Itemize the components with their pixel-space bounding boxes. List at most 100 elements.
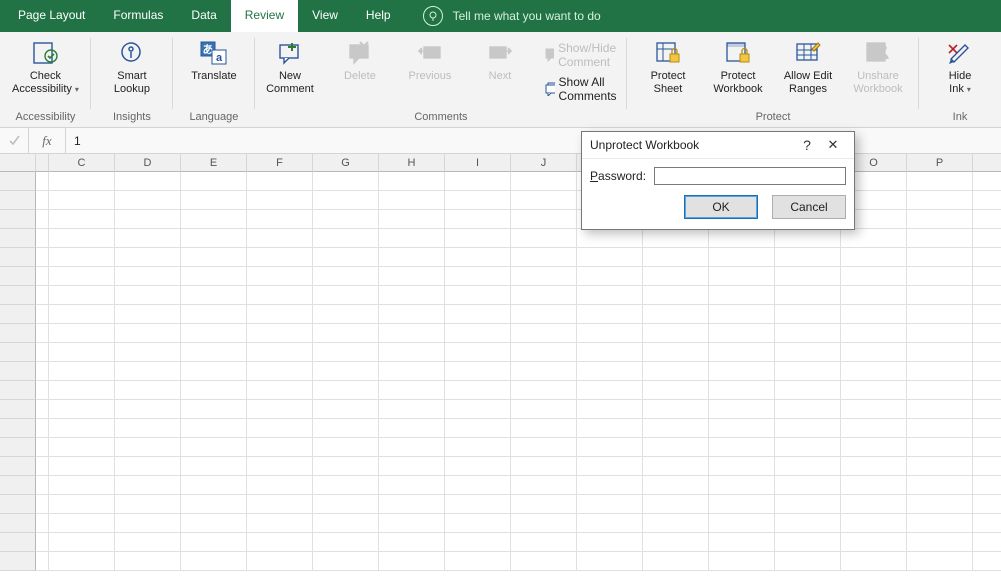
- cell[interactable]: [247, 191, 313, 210]
- row-header[interactable]: [0, 267, 36, 286]
- cell[interactable]: [577, 343, 643, 362]
- cell[interactable]: [511, 552, 577, 571]
- cell[interactable]: [973, 286, 1001, 305]
- cell[interactable]: [775, 248, 841, 267]
- cell[interactable]: [379, 172, 445, 191]
- cell[interactable]: [775, 229, 841, 248]
- cell[interactable]: [115, 533, 181, 552]
- cell[interactable]: [643, 457, 709, 476]
- cell[interactable]: [115, 495, 181, 514]
- cell[interactable]: [445, 495, 511, 514]
- cell[interactable]: [511, 476, 577, 495]
- cell[interactable]: [709, 362, 775, 381]
- cell[interactable]: [775, 286, 841, 305]
- cell[interactable]: [247, 229, 313, 248]
- cell[interactable]: [511, 324, 577, 343]
- cell[interactable]: [36, 457, 49, 476]
- cell[interactable]: [379, 419, 445, 438]
- row-header[interactable]: [0, 362, 36, 381]
- row-header[interactable]: [0, 381, 36, 400]
- cell[interactable]: [115, 438, 181, 457]
- cell[interactable]: [709, 495, 775, 514]
- cell[interactable]: [709, 514, 775, 533]
- cell[interactable]: [577, 476, 643, 495]
- cell[interactable]: [643, 248, 709, 267]
- password-input[interactable]: [654, 167, 846, 185]
- cell[interactable]: [115, 552, 181, 571]
- cell[interactable]: [36, 533, 49, 552]
- cell[interactable]: [907, 419, 973, 438]
- row-header[interactable]: [0, 476, 36, 495]
- translate-button[interactable]: あa Translate: [179, 34, 249, 85]
- cell[interactable]: [973, 172, 1001, 191]
- cell[interactable]: [709, 248, 775, 267]
- cell[interactable]: [379, 438, 445, 457]
- cell[interactable]: [49, 381, 115, 400]
- cell[interactable]: [36, 438, 49, 457]
- cell[interactable]: [577, 381, 643, 400]
- cell[interactable]: [775, 438, 841, 457]
- tab-formulas[interactable]: Formulas: [99, 0, 177, 32]
- formula-value[interactable]: 1: [66, 134, 81, 148]
- cell[interactable]: [841, 381, 907, 400]
- cell[interactable]: [973, 362, 1001, 381]
- cell[interactable]: [643, 476, 709, 495]
- cell[interactable]: [973, 324, 1001, 343]
- cell[interactable]: [181, 248, 247, 267]
- cell[interactable]: [247, 514, 313, 533]
- cell[interactable]: [445, 172, 511, 191]
- tab-page-layout[interactable]: Page Layout: [4, 0, 99, 32]
- cell[interactable]: [973, 210, 1001, 229]
- cell[interactable]: [313, 248, 379, 267]
- cell[interactable]: [841, 457, 907, 476]
- column-header[interactable]: D: [115, 154, 181, 172]
- cell[interactable]: [379, 343, 445, 362]
- previous-comment-button[interactable]: Previous: [395, 34, 465, 106]
- cell[interactable]: [511, 400, 577, 419]
- cell[interactable]: [511, 305, 577, 324]
- cell[interactable]: [313, 514, 379, 533]
- cell[interactable]: [247, 419, 313, 438]
- cell[interactable]: [445, 400, 511, 419]
- column-header-partial[interactable]: [36, 154, 49, 172]
- cell[interactable]: [49, 248, 115, 267]
- cell[interactable]: [313, 286, 379, 305]
- cell[interactable]: [49, 191, 115, 210]
- cell[interactable]: [973, 438, 1001, 457]
- cell[interactable]: [247, 495, 313, 514]
- tab-help[interactable]: Help: [352, 0, 405, 32]
- delete-comment-button[interactable]: Delete: [325, 34, 395, 106]
- cell[interactable]: [511, 495, 577, 514]
- cell[interactable]: [49, 533, 115, 552]
- cell[interactable]: [313, 362, 379, 381]
- cell[interactable]: [907, 495, 973, 514]
- cell[interactable]: [643, 286, 709, 305]
- cell[interactable]: [247, 172, 313, 191]
- cell[interactable]: [775, 267, 841, 286]
- cell[interactable]: [445, 324, 511, 343]
- cell[interactable]: [841, 248, 907, 267]
- unshare-workbook-button[interactable]: Unshare Workbook: [843, 34, 913, 98]
- cell[interactable]: [841, 267, 907, 286]
- cell[interactable]: [36, 476, 49, 495]
- cell[interactable]: [181, 191, 247, 210]
- row-header[interactable]: [0, 210, 36, 229]
- cell[interactable]: [511, 419, 577, 438]
- cell[interactable]: [115, 172, 181, 191]
- tab-view[interactable]: View: [298, 0, 352, 32]
- cell[interactable]: [379, 286, 445, 305]
- cell[interactable]: [643, 419, 709, 438]
- cell[interactable]: [577, 400, 643, 419]
- cell[interactable]: [709, 324, 775, 343]
- cell[interactable]: [313, 476, 379, 495]
- cell[interactable]: [775, 343, 841, 362]
- formula-cancel-button[interactable]: [0, 128, 29, 153]
- cell[interactable]: [445, 267, 511, 286]
- cell[interactable]: [36, 210, 49, 229]
- cell[interactable]: [907, 533, 973, 552]
- cell[interactable]: [379, 400, 445, 419]
- cell[interactable]: [907, 248, 973, 267]
- cell[interactable]: [379, 381, 445, 400]
- cell[interactable]: [181, 210, 247, 229]
- cell[interactable]: [775, 419, 841, 438]
